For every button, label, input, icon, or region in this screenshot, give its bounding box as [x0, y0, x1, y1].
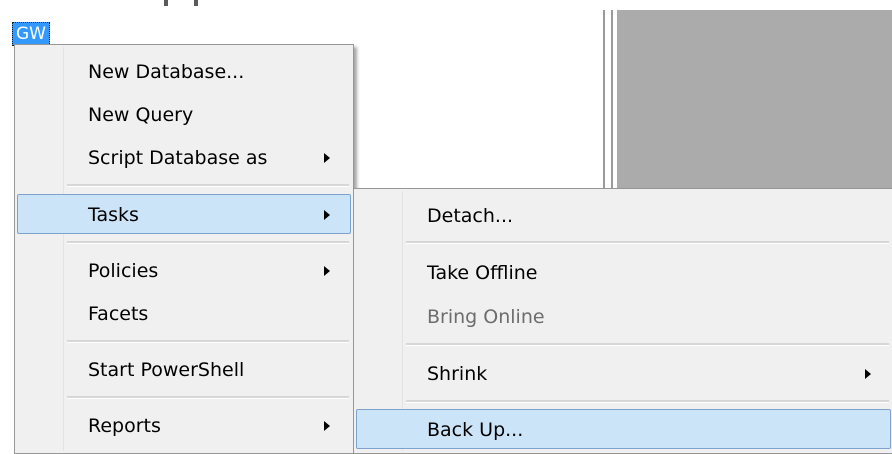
menu-item-start-powershell[interactable]: Start PowerShell [17, 349, 351, 389]
clipped-tree-nodes [0, 378, 14, 438]
menu-item-label: Back Up... [427, 419, 524, 441]
tree-node-database[interactable]: GW [12, 22, 50, 46]
menu-item-label: Reports [88, 415, 161, 437]
menu-item-facets[interactable]: Facets [17, 293, 351, 333]
menu-item-take-offline[interactable]: Take Offline [356, 252, 891, 292]
clipped-tree-text [160, 0, 210, 8]
menu-separator [67, 241, 349, 244]
menu-item-new-query[interactable]: New Query [17, 94, 351, 134]
menu-item-label: Bring Online [427, 306, 545, 328]
menu-item-label: Start PowerShell [88, 359, 245, 381]
menu-separator [67, 340, 349, 343]
menu-item-policies[interactable]: Policies [17, 250, 351, 290]
menu-item-label: New Database... [88, 61, 245, 83]
menu-separator [406, 343, 889, 346]
context-menu: New Database... New Query Script Databas… [14, 44, 354, 454]
menu-item-label: Script Database as [88, 147, 268, 169]
tasks-submenu: Detach... Take Offline Bring Online Shri… [353, 188, 892, 454]
menu-item-detach[interactable]: Detach... [356, 195, 891, 235]
submenu-arrow-icon [324, 266, 330, 276]
menu-item-label: Detach... [427, 205, 514, 227]
menu-item-shrink[interactable]: Shrink [356, 353, 891, 393]
menu-item-tasks[interactable]: Tasks [17, 194, 351, 234]
submenu-arrow-icon [324, 210, 330, 220]
menu-item-bring-online[interactable]: Bring Online [356, 296, 891, 336]
empty-document-area [617, 10, 892, 190]
menu-item-script-database-as[interactable]: Script Database as [17, 137, 351, 177]
submenu-arrow-icon [324, 153, 330, 163]
submenu-arrow-icon [324, 421, 330, 431]
menu-item-label: Tasks [88, 204, 139, 226]
menu-item-back-up[interactable]: Back Up... [356, 409, 891, 449]
menu-separator [406, 241, 889, 244]
menu-separator [67, 396, 349, 399]
panel-splitter-edge [611, 10, 613, 190]
panel-splitter[interactable] [603, 10, 605, 190]
menu-item-label: Policies [88, 260, 159, 282]
menu-separator [67, 184, 349, 187]
menu-item-label: New Query [88, 104, 194, 126]
menu-item-label: Facets [88, 303, 149, 325]
submenu-arrow-icon [865, 369, 871, 379]
menu-item-reports[interactable]: Reports [17, 405, 351, 445]
menu-separator [406, 400, 889, 403]
menu-item-new-database[interactable]: New Database... [17, 51, 351, 91]
menu-item-label: Take Offline [427, 262, 538, 284]
menu-item-label: Shrink [427, 363, 488, 385]
